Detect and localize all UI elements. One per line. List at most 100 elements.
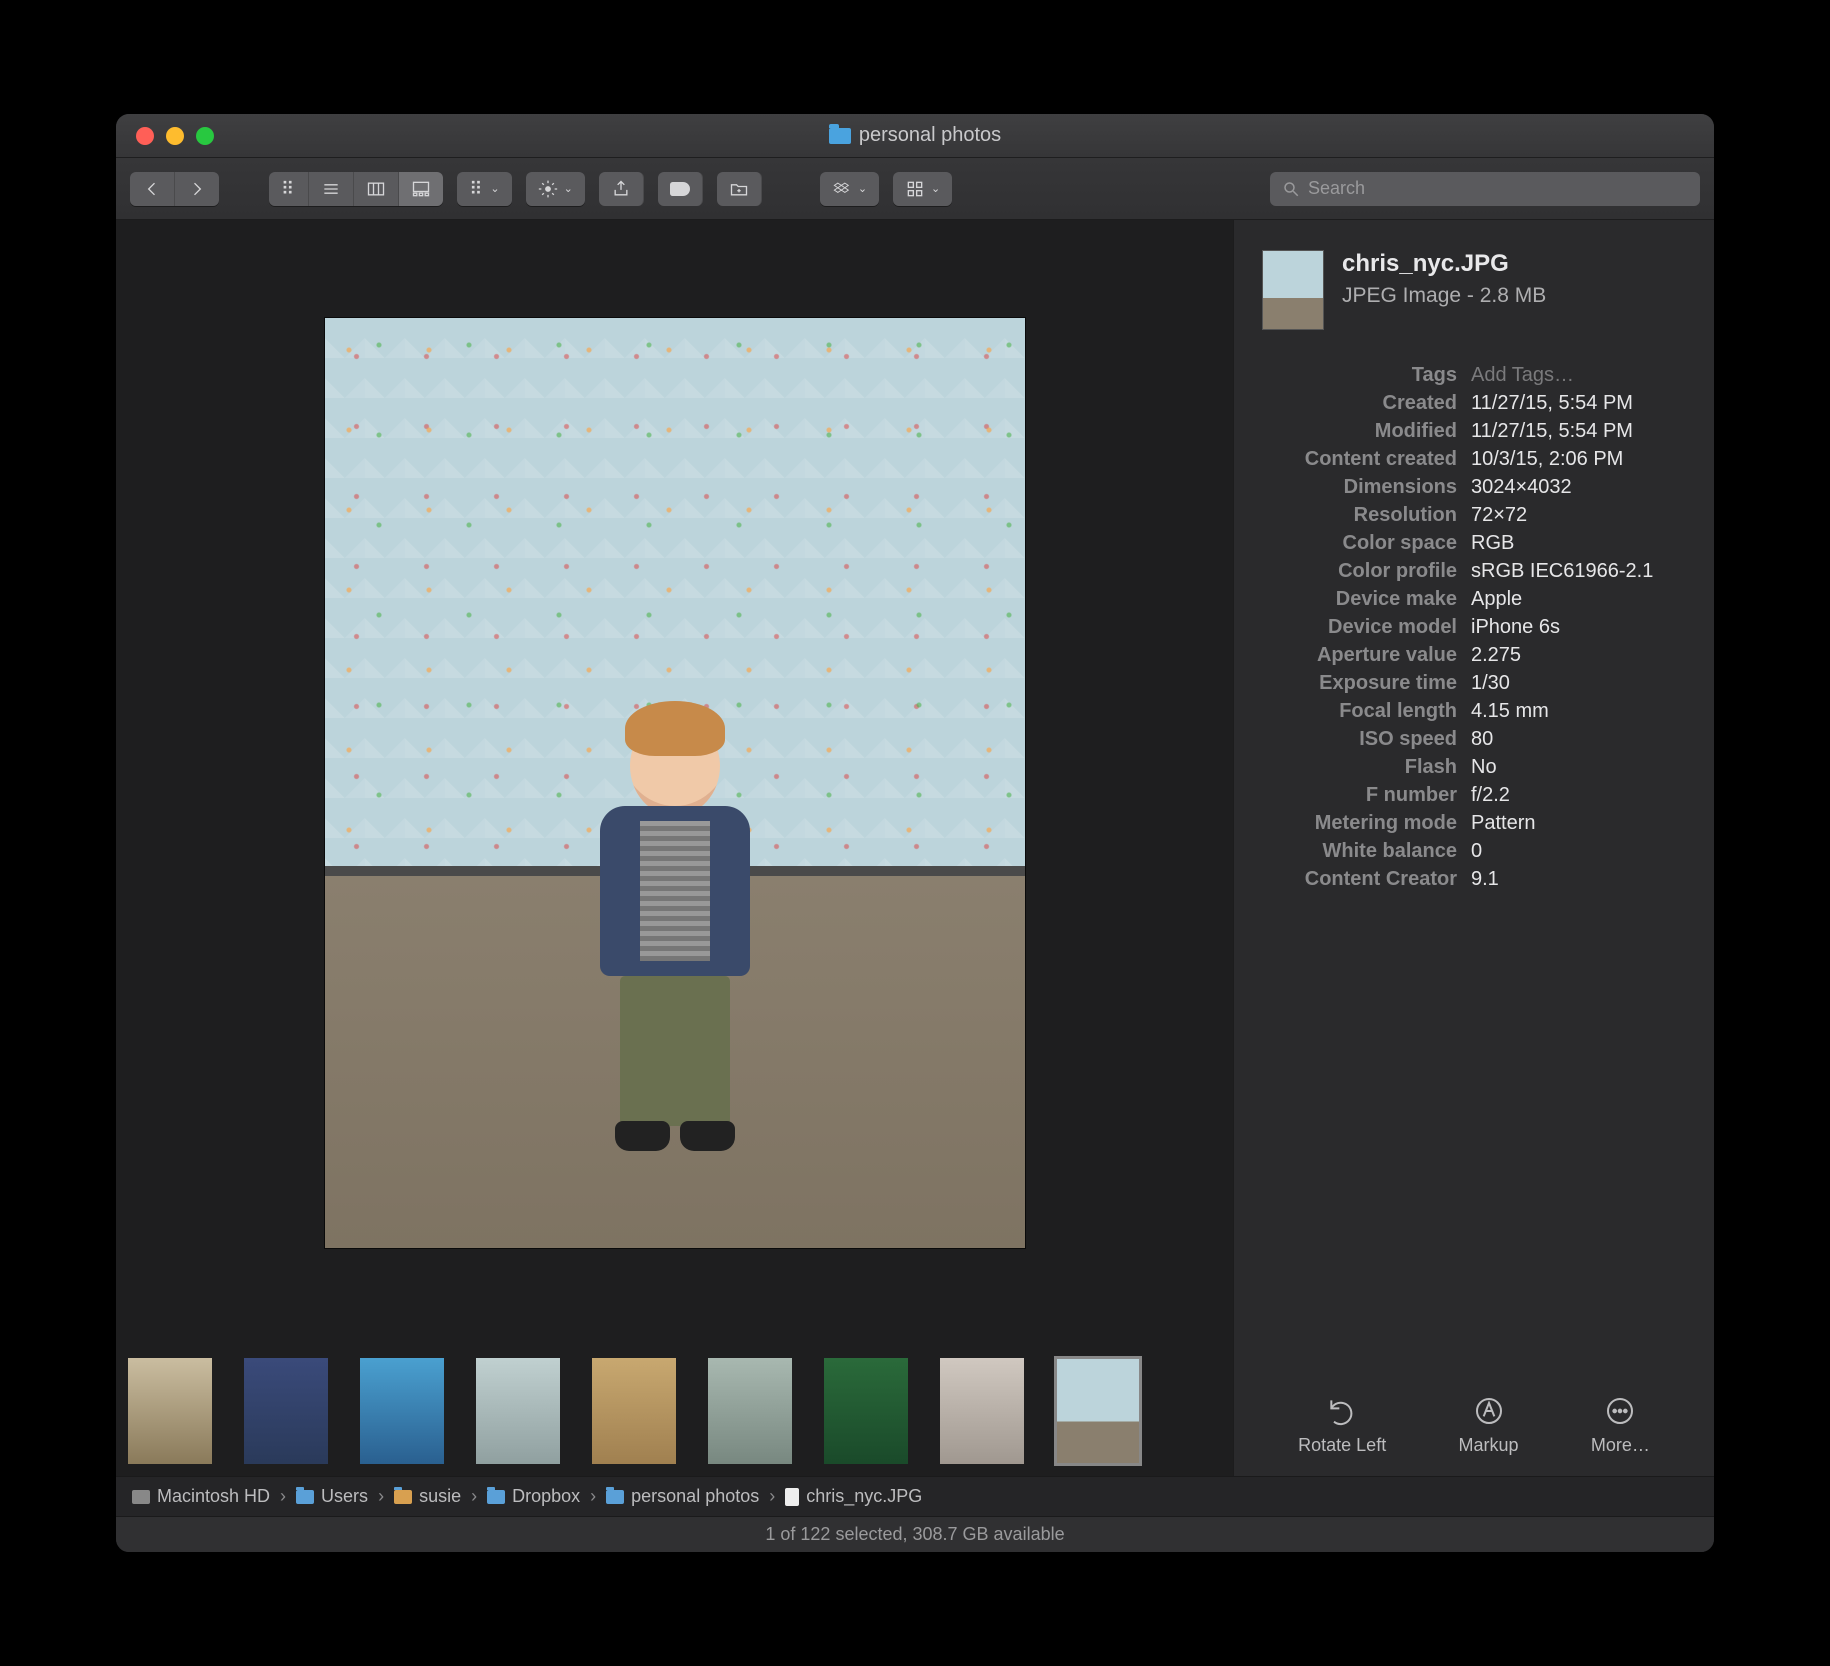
- file-thumbnail-icon: [1262, 250, 1324, 330]
- column-view-button[interactable]: [354, 172, 399, 206]
- new-folder-button[interactable]: [717, 172, 762, 206]
- markup-button[interactable]: Markup: [1459, 1395, 1519, 1456]
- path-bar: Macintosh HD › Users › susie › Dropbox ›…: [116, 1476, 1714, 1516]
- flash-label: Flash: [1262, 756, 1457, 779]
- home-icon: [394, 1490, 412, 1504]
- finder-window: personal photos ⠿ ⠿⌄ ⌄ ⌄ ⌄: [115, 113, 1715, 1553]
- metadata-list: TagsAdd Tags… Created11/27/15, 5:54 PM M…: [1262, 364, 1686, 891]
- folder-icon: [829, 128, 851, 144]
- more-label: More…: [1591, 1435, 1650, 1456]
- thumbnail-3[interactable]: [360, 1358, 444, 1464]
- path-dropbox[interactable]: Dropbox: [487, 1486, 580, 1507]
- folder-icon: [606, 1490, 624, 1504]
- flash-value: No: [1471, 756, 1497, 779]
- action-menu-button[interactable]: ⌄: [526, 172, 585, 206]
- thumbnail-8[interactable]: [940, 1358, 1024, 1464]
- dimensions-value: 3024×4032: [1471, 476, 1572, 499]
- metering-value: Pattern: [1471, 812, 1535, 835]
- forward-button[interactable]: [175, 172, 219, 206]
- path-users[interactable]: Users: [296, 1486, 368, 1507]
- tags-input[interactable]: Add Tags…: [1471, 364, 1574, 387]
- preview-pane: [116, 220, 1234, 1476]
- search-input[interactable]: [1308, 178, 1688, 199]
- color-profile-label: Color profile: [1262, 560, 1457, 583]
- status-text: 1 of 122 selected, 308.7 GB available: [765, 1524, 1064, 1545]
- path-file[interactable]: chris_nyc.JPG: [785, 1486, 922, 1507]
- markup-label: Markup: [1459, 1435, 1519, 1456]
- file-subtitle: JPEG Image - 2.8 MB: [1342, 284, 1546, 308]
- path-hd[interactable]: Macintosh HD: [132, 1486, 270, 1507]
- window-title: personal photos: [116, 124, 1714, 147]
- dropbox-sync-button[interactable]: ⌄: [893, 172, 952, 206]
- focal-value: 4.15 mm: [1471, 700, 1549, 723]
- white-balance-label: White balance: [1262, 840, 1457, 863]
- content-created-value: 10/3/15, 2:06 PM: [1471, 448, 1623, 471]
- markup-icon: [1473, 1395, 1505, 1427]
- rotate-left-button[interactable]: Rotate Left: [1298, 1395, 1386, 1456]
- list-view-button[interactable]: [309, 172, 354, 206]
- aperture-label: Aperture value: [1262, 644, 1457, 667]
- fnumber-label: F number: [1262, 784, 1457, 807]
- created-value: 11/27/15, 5:54 PM: [1471, 392, 1633, 415]
- rotate-label: Rotate Left: [1298, 1435, 1386, 1456]
- preview-image[interactable]: [325, 318, 1025, 1248]
- fullscreen-window-button[interactable]: [196, 127, 214, 145]
- hd-icon: [132, 1490, 150, 1504]
- iso-value: 80: [1471, 728, 1493, 751]
- thumbnail-1[interactable]: [128, 1358, 212, 1464]
- modified-label: Modified: [1262, 420, 1457, 443]
- path-user[interactable]: susie: [394, 1486, 461, 1507]
- folder-icon: [296, 1490, 314, 1504]
- thumbnail-4[interactable]: [476, 1358, 560, 1464]
- back-button[interactable]: [130, 172, 175, 206]
- path-folder[interactable]: personal photos: [606, 1486, 759, 1507]
- aperture-value: 2.275: [1471, 644, 1521, 667]
- dropbox-button[interactable]: ⌄: [820, 172, 879, 206]
- fnumber-value: f/2.2: [1471, 784, 1510, 807]
- thumbnail-2[interactable]: [244, 1358, 328, 1464]
- thumbnail-5[interactable]: [592, 1358, 676, 1464]
- device-model-label: Device model: [1262, 616, 1457, 639]
- tags-label: Tags: [1262, 364, 1457, 387]
- search-icon: [1282, 180, 1300, 198]
- gallery-view-button[interactable]: [399, 172, 443, 206]
- device-model-value: iPhone 6s: [1471, 616, 1560, 639]
- folder-icon: [487, 1490, 505, 1504]
- info-panel: chris_nyc.JPG JPEG Image - 2.8 MB TagsAd…: [1234, 220, 1714, 1476]
- traffic-lights: [116, 127, 214, 145]
- focal-label: Focal length: [1262, 700, 1457, 723]
- device-make-value: Apple: [1471, 588, 1522, 611]
- close-window-button[interactable]: [136, 127, 154, 145]
- exposure-label: Exposure time: [1262, 672, 1457, 695]
- color-space-label: Color space: [1262, 532, 1457, 555]
- photo-subject: [585, 716, 765, 1136]
- content-creator-label: Content Creator: [1262, 868, 1457, 891]
- rotate-icon: [1326, 1395, 1358, 1427]
- tags-button[interactable]: [658, 172, 703, 206]
- group-by-button[interactable]: ⠿⌄: [457, 172, 511, 206]
- iso-label: ISO speed: [1262, 728, 1457, 751]
- white-balance-value: 0: [1471, 840, 1482, 863]
- minimize-window-button[interactable]: [166, 127, 184, 145]
- share-button[interactable]: [599, 172, 644, 206]
- view-mode-buttons: ⠿: [269, 172, 443, 206]
- icon-view-button[interactable]: ⠿: [269, 172, 309, 206]
- file-icon: [785, 1488, 799, 1506]
- more-actions-button[interactable]: More…: [1591, 1395, 1650, 1456]
- toolbar: ⠿ ⠿⌄ ⌄ ⌄ ⌄: [116, 158, 1714, 220]
- window-title-text: personal photos: [859, 124, 1001, 147]
- resolution-value: 72×72: [1471, 504, 1527, 527]
- status-bar: 1 of 122 selected, 308.7 GB available: [116, 1516, 1714, 1552]
- metering-label: Metering mode: [1262, 812, 1457, 835]
- thumbnail-7[interactable]: [824, 1358, 908, 1464]
- more-icon: [1604, 1395, 1636, 1427]
- color-space-value: RGB: [1471, 532, 1514, 555]
- search-field[interactable]: [1270, 172, 1700, 206]
- device-make-label: Device make: [1262, 588, 1457, 611]
- titlebar: personal photos: [116, 114, 1714, 158]
- thumbnail-strip: [116, 1346, 1233, 1476]
- tag-icon: [670, 182, 690, 196]
- thumbnail-6[interactable]: [708, 1358, 792, 1464]
- thumbnail-9-selected[interactable]: [1056, 1358, 1140, 1464]
- resolution-label: Resolution: [1262, 504, 1457, 527]
